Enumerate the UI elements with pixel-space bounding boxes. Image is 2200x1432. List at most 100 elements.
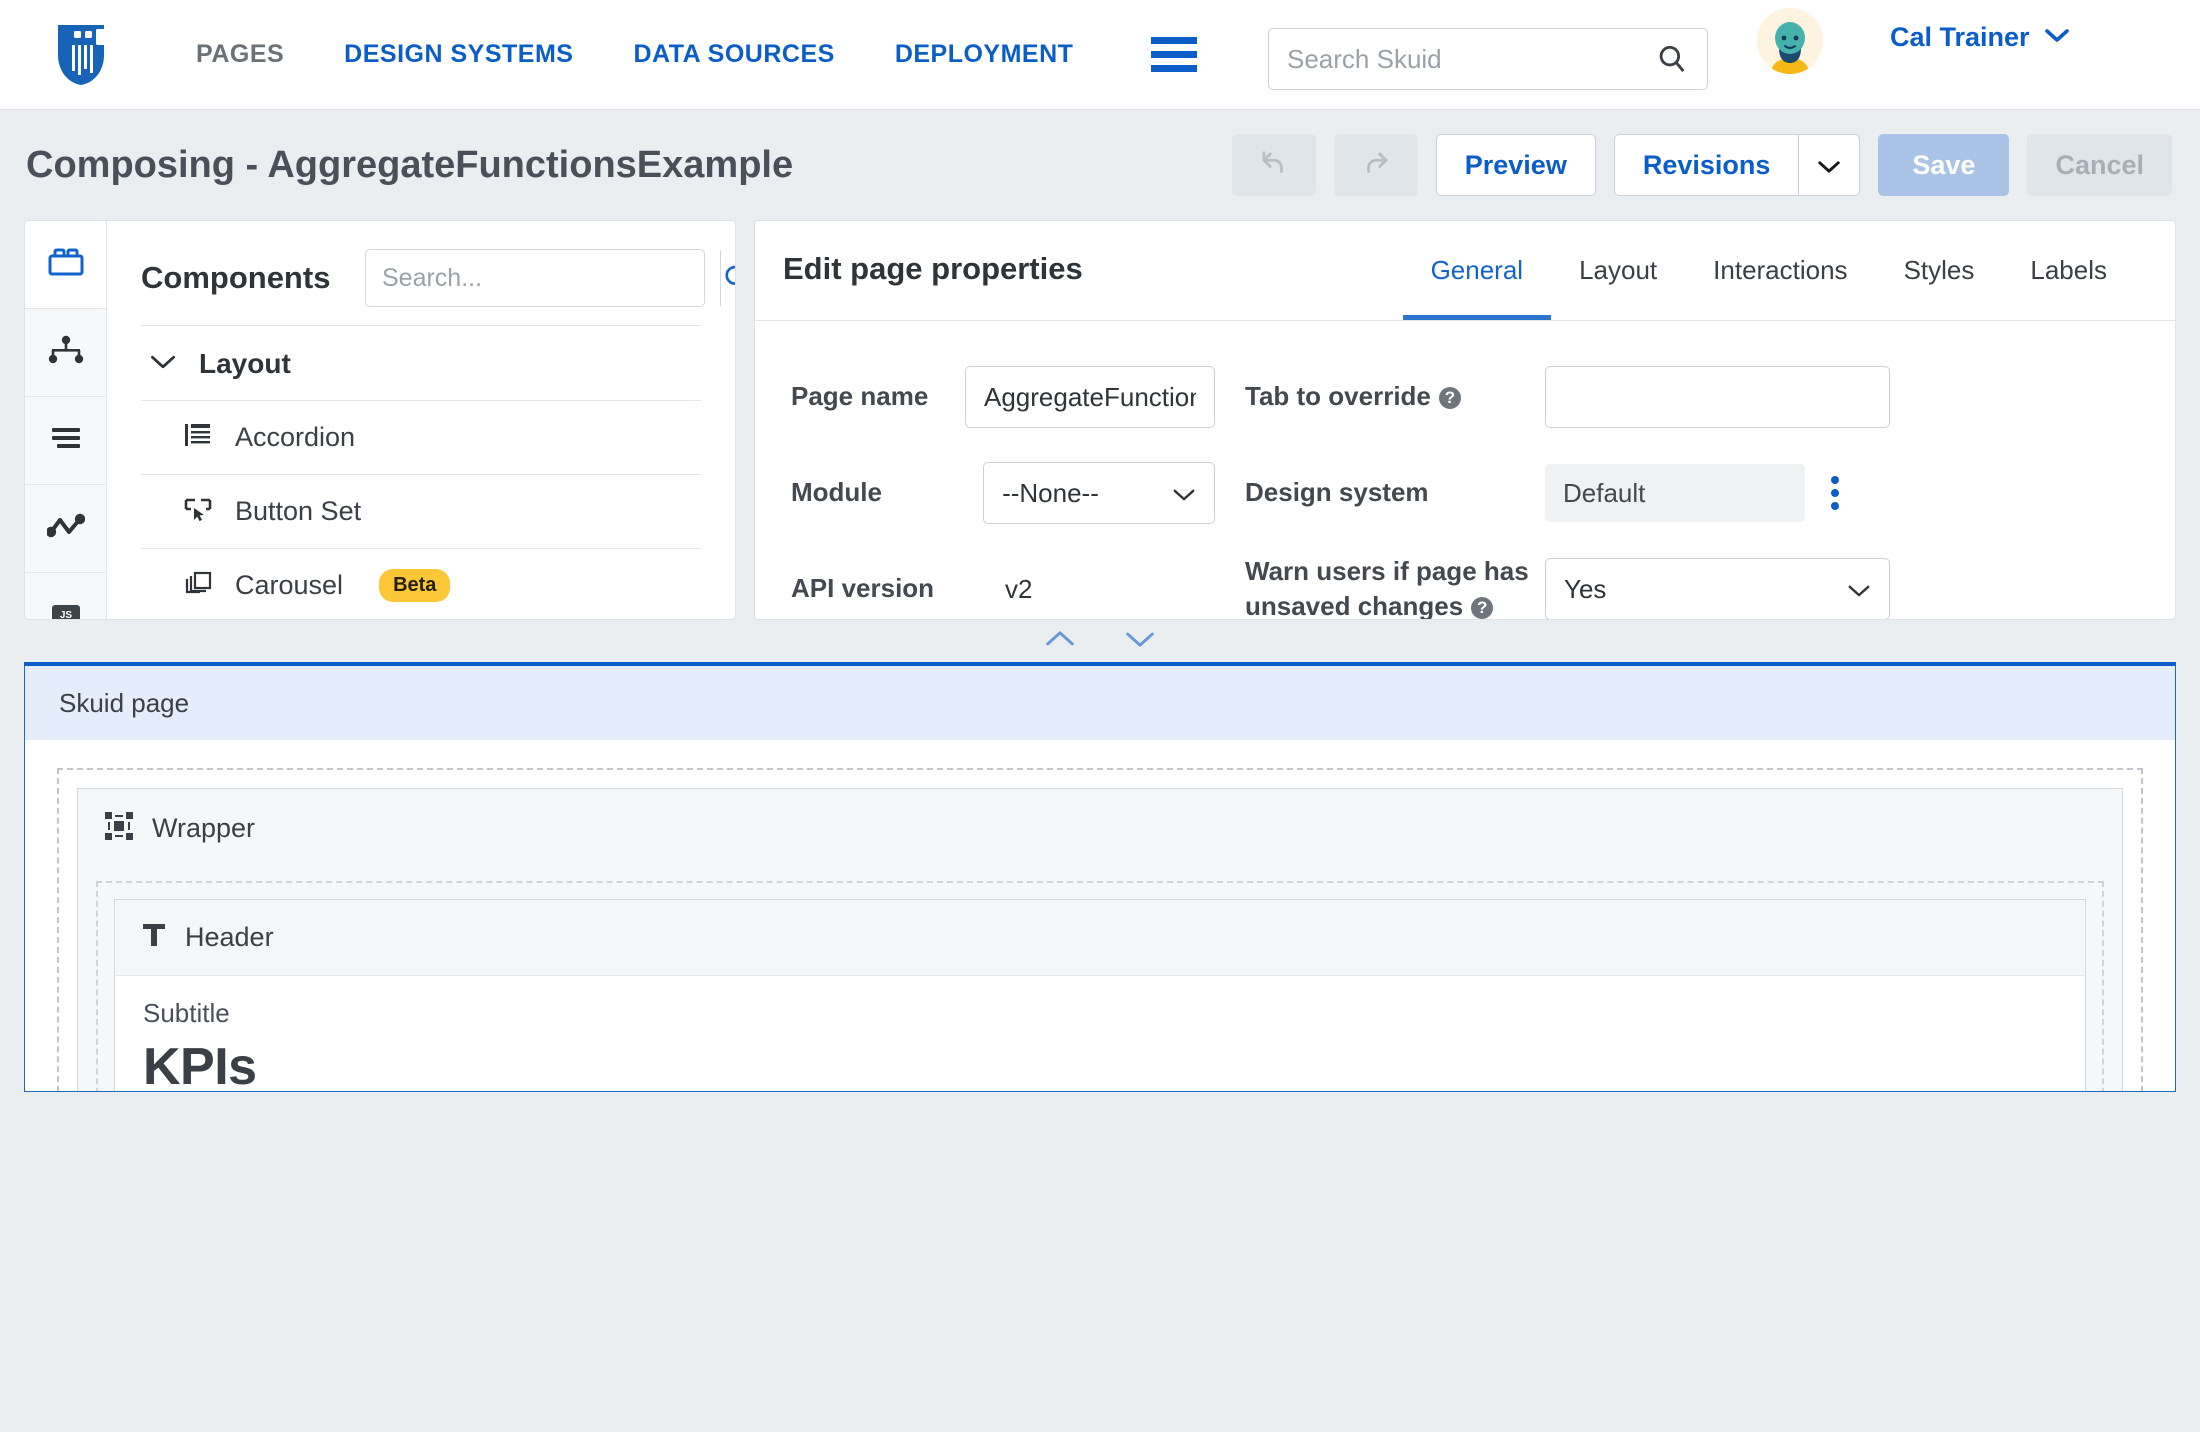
cancel-button[interactable]: Cancel <box>2027 134 2172 196</box>
field-label: Design system <box>1245 477 1429 508</box>
chevron-down-icon <box>1172 478 1196 509</box>
header-heading: KPIs <box>143 1038 257 1092</box>
carousel-icon <box>183 569 213 602</box>
field-design-system: Design system Default <box>1245 445 2145 541</box>
components-search[interactable] <box>365 249 735 307</box>
chevron-up-icon[interactable] <box>1044 629 1076 654</box>
field-module: Module --None-- <box>791 445 1215 541</box>
field-label: API version <box>791 573 935 604</box>
components-search-input[interactable] <box>366 250 720 306</box>
global-search[interactable] <box>1268 28 1708 90</box>
chevron-down-icon <box>149 353 177 375</box>
kebab-menu-icon[interactable] <box>1831 476 1839 510</box>
nav-link-data-sources[interactable]: DATA SOURCES <box>603 40 864 69</box>
warn-unsaved-select[interactable]: Yes <box>1545 558 1890 619</box>
save-button[interactable]: Save <box>1878 134 2010 196</box>
page-canvas[interactable]: Skuid page Wrapper Header Subtitle KPIs <box>24 662 2176 1092</box>
nav-link-deployment[interactable]: DEPLOYMENT <box>865 40 1104 69</box>
help-circle-icon[interactable]: ? <box>1438 387 1461 410</box>
panel-resize-controls <box>0 620 2200 662</box>
redo-button[interactable] <box>1333 134 1418 196</box>
component-item-button-set[interactable]: Button Set <box>141 475 701 549</box>
properties-left-column: Page name Module --None-- API version v2 <box>755 349 1245 619</box>
tab-to-override-input[interactable] <box>1545 366 1890 428</box>
text-header-icon <box>141 921 167 954</box>
wrapper-children-region[interactable]: Header Subtitle KPIs Text <box>96 881 2104 1092</box>
search-input[interactable] <box>1269 43 1655 75</box>
left-icon-rail: JS <box>25 221 107 619</box>
javascript-js-icon: JS <box>48 602 84 620</box>
tab-layout[interactable]: Layout <box>1551 225 1685 320</box>
wrapper-header[interactable]: Wrapper <box>78 789 2122 867</box>
components-title: Components <box>141 260 331 295</box>
nav-link-design-systems[interactable]: DESIGN SYSTEMS <box>314 40 603 69</box>
undo-button[interactable] <box>1231 134 1316 196</box>
section-label: Layout <box>199 348 291 379</box>
rail-item-models[interactable] <box>25 397 106 485</box>
nav-link-pages[interactable]: PAGES <box>166 40 314 69</box>
components-blocks-icon <box>48 247 84 282</box>
field-api-version: API version v2 <box>791 541 1215 619</box>
tab-interactions[interactable]: Interactions <box>1685 225 1875 320</box>
revisions-dropdown-button[interactable] <box>1798 134 1861 196</box>
button-set-icon <box>183 495 213 528</box>
user-menu[interactable]: Cal Trainer <box>1890 22 2070 53</box>
redo-icon <box>1359 149 1393 182</box>
field-label: Tab to override? <box>1245 379 1545 414</box>
svg-text:JS: JS <box>59 610 72 620</box>
beta-badge: Beta <box>379 569 451 602</box>
component-item-carousel[interactable]: Carousel Beta <box>141 549 701 619</box>
page-name-input[interactable] <box>965 366 1215 428</box>
field-label: Warn users if page has unsaved changes? <box>1245 554 1545 619</box>
actions-flow-icon <box>45 512 85 545</box>
page-structure-tree-icon <box>48 335 84 370</box>
revisions-split-button: Revisions <box>1613 134 1861 196</box>
hamburger-menu-icon[interactable] <box>1131 37 1217 72</box>
components-panel: JS Components Search... Layout Accordion… <box>24 220 736 620</box>
rail-item-javascript[interactable]: JS <box>25 573 106 620</box>
search-icon[interactable] <box>720 250 735 306</box>
revisions-button[interactable]: Revisions <box>1613 134 1799 196</box>
components-section-layout[interactable]: Layout <box>141 325 701 401</box>
wrapper-icon <box>104 811 134 846</box>
skuid-logo-icon[interactable] <box>52 20 114 90</box>
field-tab-to-override: Tab to override? <box>1245 349 2145 445</box>
help-circle-icon[interactable]: ? <box>1471 597 1494 619</box>
user-avatar-icon[interactable] <box>1757 8 1823 74</box>
components-body: Components Layout <box>107 221 735 619</box>
module-select[interactable]: --None-- <box>983 462 1215 524</box>
rail-item-actions[interactable] <box>25 485 106 573</box>
chevron-down-icon[interactable] <box>1124 629 1156 654</box>
chevron-down-icon <box>2044 27 2070 48</box>
header-component-body: Subtitle KPIs <box>115 976 2085 1092</box>
page-title-bar: Composing - AggregateFunctionsExample Pr… <box>0 110 2200 220</box>
field-label: Module <box>791 477 882 508</box>
preview-button[interactable]: Preview <box>1435 134 1596 196</box>
canvas-wrapper-component[interactable]: Wrapper Header Subtitle KPIs <box>77 788 2123 1092</box>
header-component-label: Header <box>185 922 274 952</box>
properties-right-column: Tab to override? Design system Default W… <box>1245 349 2175 619</box>
component-label: Carousel <box>235 570 344 600</box>
field-warn-unsaved: Warn users if page has unsaved changes? … <box>1245 541 2145 619</box>
properties-header: Edit page properties General Layout Inte… <box>755 221 2175 321</box>
components-list: Layout Accordion Button Set Carousel Bet… <box>107 325 735 619</box>
tab-labels[interactable]: Labels <box>2002 225 2135 320</box>
component-item-accordion[interactable]: Accordion <box>141 401 701 475</box>
component-label: Accordion <box>235 422 356 452</box>
titlebar-actions: Preview Revisions Save Cancel <box>1231 134 2172 196</box>
header-component-titlebar[interactable]: Header <box>115 900 2085 976</box>
canvas-root-header[interactable]: Skuid page <box>25 666 2175 740</box>
canvas-drop-region[interactable]: Wrapper Header Subtitle KPIs <box>57 768 2143 1092</box>
field-label-text: Tab to override <box>1245 381 1431 412</box>
field-label: Page name <box>791 381 929 412</box>
field-page-name: Page name <box>791 349 1215 445</box>
properties-body: Page name Module --None-- API version v2 <box>755 321 2175 619</box>
warn-selected-value: Yes <box>1564 573 1607 604</box>
accordion-icon <box>183 421 213 454</box>
search-icon[interactable] <box>1655 42 1707 76</box>
tab-styles[interactable]: Styles <box>1876 225 2003 320</box>
tab-general[interactable]: General <box>1402 225 1552 320</box>
rail-item-components[interactable] <box>25 221 106 309</box>
rail-item-page-structure[interactable] <box>25 309 106 397</box>
canvas-header-component[interactable]: Header Subtitle KPIs <box>114 899 2086 1092</box>
